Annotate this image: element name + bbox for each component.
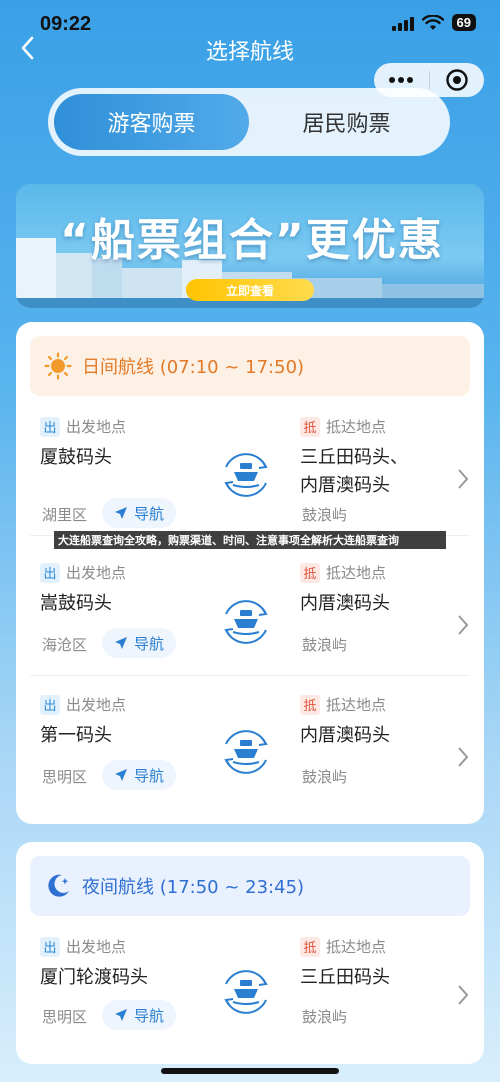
- departure-tag: 出: [40, 694, 60, 715]
- moon-icon: [48, 874, 69, 897]
- departure-tag: 出: [40, 562, 60, 583]
- close-miniprogram-button[interactable]: [429, 68, 484, 92]
- departure-district: 思明区: [42, 768, 88, 786]
- arrival-district: 鼓浪屿: [302, 506, 348, 524]
- navigate-label: 导航: [134, 634, 165, 653]
- arrival-tag: 抵: [300, 694, 320, 715]
- target-icon: [446, 69, 468, 91]
- more-options-button[interactable]: [374, 77, 429, 83]
- arrival-pier: 三丘田码头: [300, 967, 390, 988]
- navigation-arrow-icon: [115, 507, 127, 519]
- departure-label-text: 出发地点: [66, 938, 127, 956]
- status-icons: 69: [391, 14, 476, 31]
- night-routes-card: 夜间航线 (17:50 ~ 23:45) 出出发地点 厦门轮渡码头 思明区 导航…: [16, 842, 484, 1064]
- route-item[interactable]: 出出发地点 厦门轮渡码头 思明区 导航 抵抵达地点 三丘田码头 鼓浪屿: [16, 922, 484, 1052]
- nav-bar: 选择航线: [0, 30, 500, 66]
- arrival-district: 鼓浪屿: [302, 636, 348, 654]
- home-indicator: [161, 1068, 339, 1074]
- departure-pier: 厦鼓码头: [40, 447, 112, 468]
- ferry-icon: [224, 730, 268, 774]
- arrival-district: 鼓浪屿: [302, 1008, 348, 1026]
- route-item[interactable]: 出出发地点 嵩鼓码头 海沧区 导航 抵抵达地点 内厝澳码头 鼓浪屿: [16, 546, 484, 676]
- navigate-button[interactable]: 导航: [102, 760, 177, 790]
- departure-pier: 第一码头: [40, 725, 112, 746]
- day-section-title: 日间航线 (07:10 ~ 17:50): [82, 357, 305, 378]
- arrival-pier-line2: 内厝澳码头: [300, 475, 390, 496]
- navigate-button[interactable]: 导航: [102, 1000, 177, 1030]
- wifi-icon: [421, 14, 444, 30]
- departure-tag: 出: [40, 416, 60, 437]
- ferry-icon: [224, 453, 268, 497]
- departure-label: 出出发地点: [40, 562, 126, 583]
- arrival-label-text: 抵达地点: [326, 696, 387, 714]
- departure-label: 出出发地点: [40, 694, 126, 715]
- navigate-label: 导航: [134, 1006, 165, 1025]
- arrival-label: 抵抵达地点: [300, 562, 386, 583]
- navigate-label: 导航: [134, 766, 165, 785]
- battery-icon: 69: [451, 14, 476, 31]
- arrival-pier: 内厝澳码头: [300, 593, 390, 614]
- banner-headline: “船票组合”更优惠: [60, 215, 444, 266]
- arrival-label-text: 抵达地点: [326, 564, 387, 582]
- navigation-arrow-icon: [115, 637, 127, 649]
- chevron-right-icon: [458, 615, 469, 635]
- arrival-tag: 抵: [300, 936, 320, 957]
- signal-icon: [391, 15, 414, 31]
- arrival-tag: 抵: [300, 562, 320, 583]
- departure-label-text: 出发地点: [66, 564, 127, 582]
- departure-label-text: 出发地点: [66, 696, 127, 714]
- arrival-label: 抵抵达地点: [300, 936, 386, 957]
- arrival-pier-line1: 三丘田码头、: [300, 447, 408, 468]
- departure-district: 思明区: [42, 1008, 88, 1026]
- route-item[interactable]: 出出发地点 厦鼓码头 湖里区 导航 抵抵达地点 三丘田码头、 内厝澳码头 鼓浪屿: [16, 402, 484, 536]
- chevron-right-icon: [458, 985, 469, 1005]
- departure-district: 海沧区: [42, 636, 88, 654]
- arrival-label-text: 抵达地点: [326, 938, 387, 956]
- overlay-caption: 大连船票查询全攻略，购票渠道、时间、注意事项全解析大连船票查询: [54, 531, 446, 549]
- ticket-type-tabs: 游客购票 居民购票: [48, 88, 450, 156]
- arrival-district: 鼓浪屿: [302, 768, 348, 786]
- arrival-label-text: 抵达地点: [326, 418, 387, 436]
- arrival-pier: 内厝澳码头: [300, 725, 390, 746]
- day-routes-card: 日间航线 (07:10 ~ 17:50) 出出发地点 厦鼓码头 湖里区 导航 抵…: [16, 322, 484, 824]
- chevron-right-icon: [458, 469, 469, 489]
- route-item[interactable]: 出出发地点 第一码头 思明区 导航 抵抵达地点 内厝澳码头 鼓浪屿: [16, 676, 484, 806]
- page-title: 选择航线: [205, 40, 294, 65]
- arrival-tag: 抵: [300, 416, 320, 437]
- tab-resident[interactable]: 居民购票: [249, 94, 444, 150]
- arrival-pier: 三丘田码头、 内厝澳码头: [300, 444, 408, 500]
- navigate-label: 导航: [134, 504, 165, 523]
- departure-district: 湖里区: [42, 506, 88, 524]
- departure-label: 出出发地点: [40, 936, 126, 957]
- ferry-icon: [224, 600, 268, 644]
- arrival-label: 抵抵达地点: [300, 416, 386, 437]
- departure-label-text: 出发地点: [66, 418, 127, 436]
- tab-tourist[interactable]: 游客购票: [54, 94, 249, 150]
- night-section-header: 夜间航线 (17:50 ~ 23:45): [30, 856, 470, 916]
- chevron-right-icon: [458, 747, 469, 767]
- day-section-header: 日间航线 (07:10 ~ 17:50): [30, 336, 470, 396]
- ferry-icon: [224, 970, 268, 1014]
- navigation-arrow-icon: [115, 769, 127, 781]
- sun-icon: [44, 352, 72, 380]
- navigate-button[interactable]: 导航: [102, 628, 177, 658]
- departure-label: 出出发地点: [40, 416, 126, 437]
- view-now-button[interactable]: 立即查看: [186, 279, 314, 301]
- departure-tag: 出: [40, 936, 60, 957]
- navigation-arrow-icon: [115, 1009, 127, 1021]
- departure-pier: 嵩鼓码头: [40, 593, 112, 614]
- night-section-title: 夜间航线 (17:50 ~ 23:45): [82, 877, 305, 898]
- arrival-label: 抵抵达地点: [300, 694, 386, 715]
- navigate-button[interactable]: 导航: [102, 498, 177, 528]
- departure-pier: 厦门轮渡码头: [40, 967, 148, 988]
